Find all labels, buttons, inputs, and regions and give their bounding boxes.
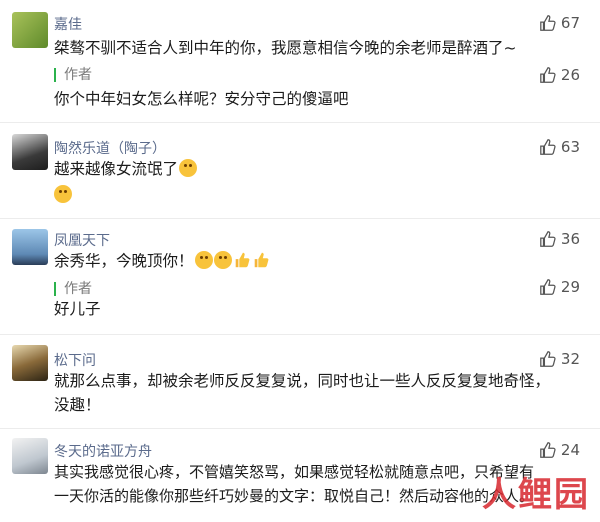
grin-emoji-icon (213, 251, 232, 269)
comment-text: 余秀华，今晚顶你！ (54, 248, 564, 274)
like-count: 67 (560, 14, 580, 32)
thumbs-up-icon (540, 351, 556, 367)
like-count: 26 (560, 66, 580, 84)
thumbs-up-icon (540, 67, 556, 83)
like-button[interactable]: 67 (539, 14, 580, 32)
thumbs-up-icon (540, 139, 556, 155)
avatar[interactable] (12, 12, 48, 48)
reply-text: 你个中年妇女怎么样呢？安分守己的傻逼吧 (54, 90, 349, 108)
reply-text: 好儿子 (54, 300, 101, 318)
like-count: 29 (560, 278, 580, 296)
divider (0, 218, 600, 219)
avatar[interactable] (12, 229, 48, 265)
like-count: 24 (560, 441, 580, 459)
avatar[interactable] (12, 345, 48, 381)
thumbs-up-icon (540, 442, 556, 458)
thumbs-up-emoji-icon (235, 252, 249, 268)
comment-text-line: 没趣！ (54, 396, 101, 414)
divider (0, 334, 600, 335)
like-button[interactable]: 24 (539, 441, 580, 459)
divider (0, 428, 600, 429)
avatar[interactable] (12, 438, 48, 474)
thumbs-up-icon (540, 279, 556, 295)
commenter-name[interactable]: 嘉佳 (54, 14, 82, 34)
commenter-name[interactable]: 松下问 (54, 350, 96, 370)
commenter-name[interactable]: 凤凰天下 (54, 230, 110, 250)
like-count: 32 (560, 350, 580, 368)
watermark-logo: 人鲤园 (482, 475, 590, 515)
smirk-emoji-icon (179, 159, 198, 177)
comment-text: 越来越像女流氓了 (54, 156, 564, 208)
commenter-name[interactable]: 陶然乐道（陶子） (54, 138, 166, 158)
reply-like-button[interactable]: 26 (539, 66, 580, 84)
author-reply-label: 作者 (54, 68, 92, 82)
comment-text-line: 就那么点事，却被余老师反反复复说，同时也让一些人反反复复地奇怪， (54, 372, 551, 390)
comment-text-content: 余秀华，今晚顶你！ (54, 252, 194, 270)
like-button[interactable]: 63 (539, 138, 580, 156)
thumbs-up-emoji-icon (254, 252, 268, 268)
reply-like-button[interactable]: 29 (539, 278, 580, 296)
thumbs-up-icon (540, 231, 556, 247)
comment-text: 桀骜不驯不适合人到中年的你，我愿意相信今晚的余老师是醉酒了~ (54, 39, 517, 57)
comment-text-content: 越来越像女流氓了 (54, 160, 179, 178)
grin-emoji-icon (194, 251, 213, 269)
like-button[interactable]: 36 (539, 230, 580, 248)
like-count: 36 (560, 230, 580, 248)
thumbs-up-icon (540, 15, 556, 31)
smirk-emoji-icon (54, 185, 72, 203)
like-count: 63 (560, 138, 580, 156)
author-reply-label: 作者 (54, 282, 92, 296)
commenter-name[interactable]: 冬天的诺亚方舟 (54, 441, 152, 461)
like-button[interactable]: 32 (539, 350, 580, 368)
avatar[interactable] (12, 134, 48, 170)
divider (0, 122, 600, 123)
